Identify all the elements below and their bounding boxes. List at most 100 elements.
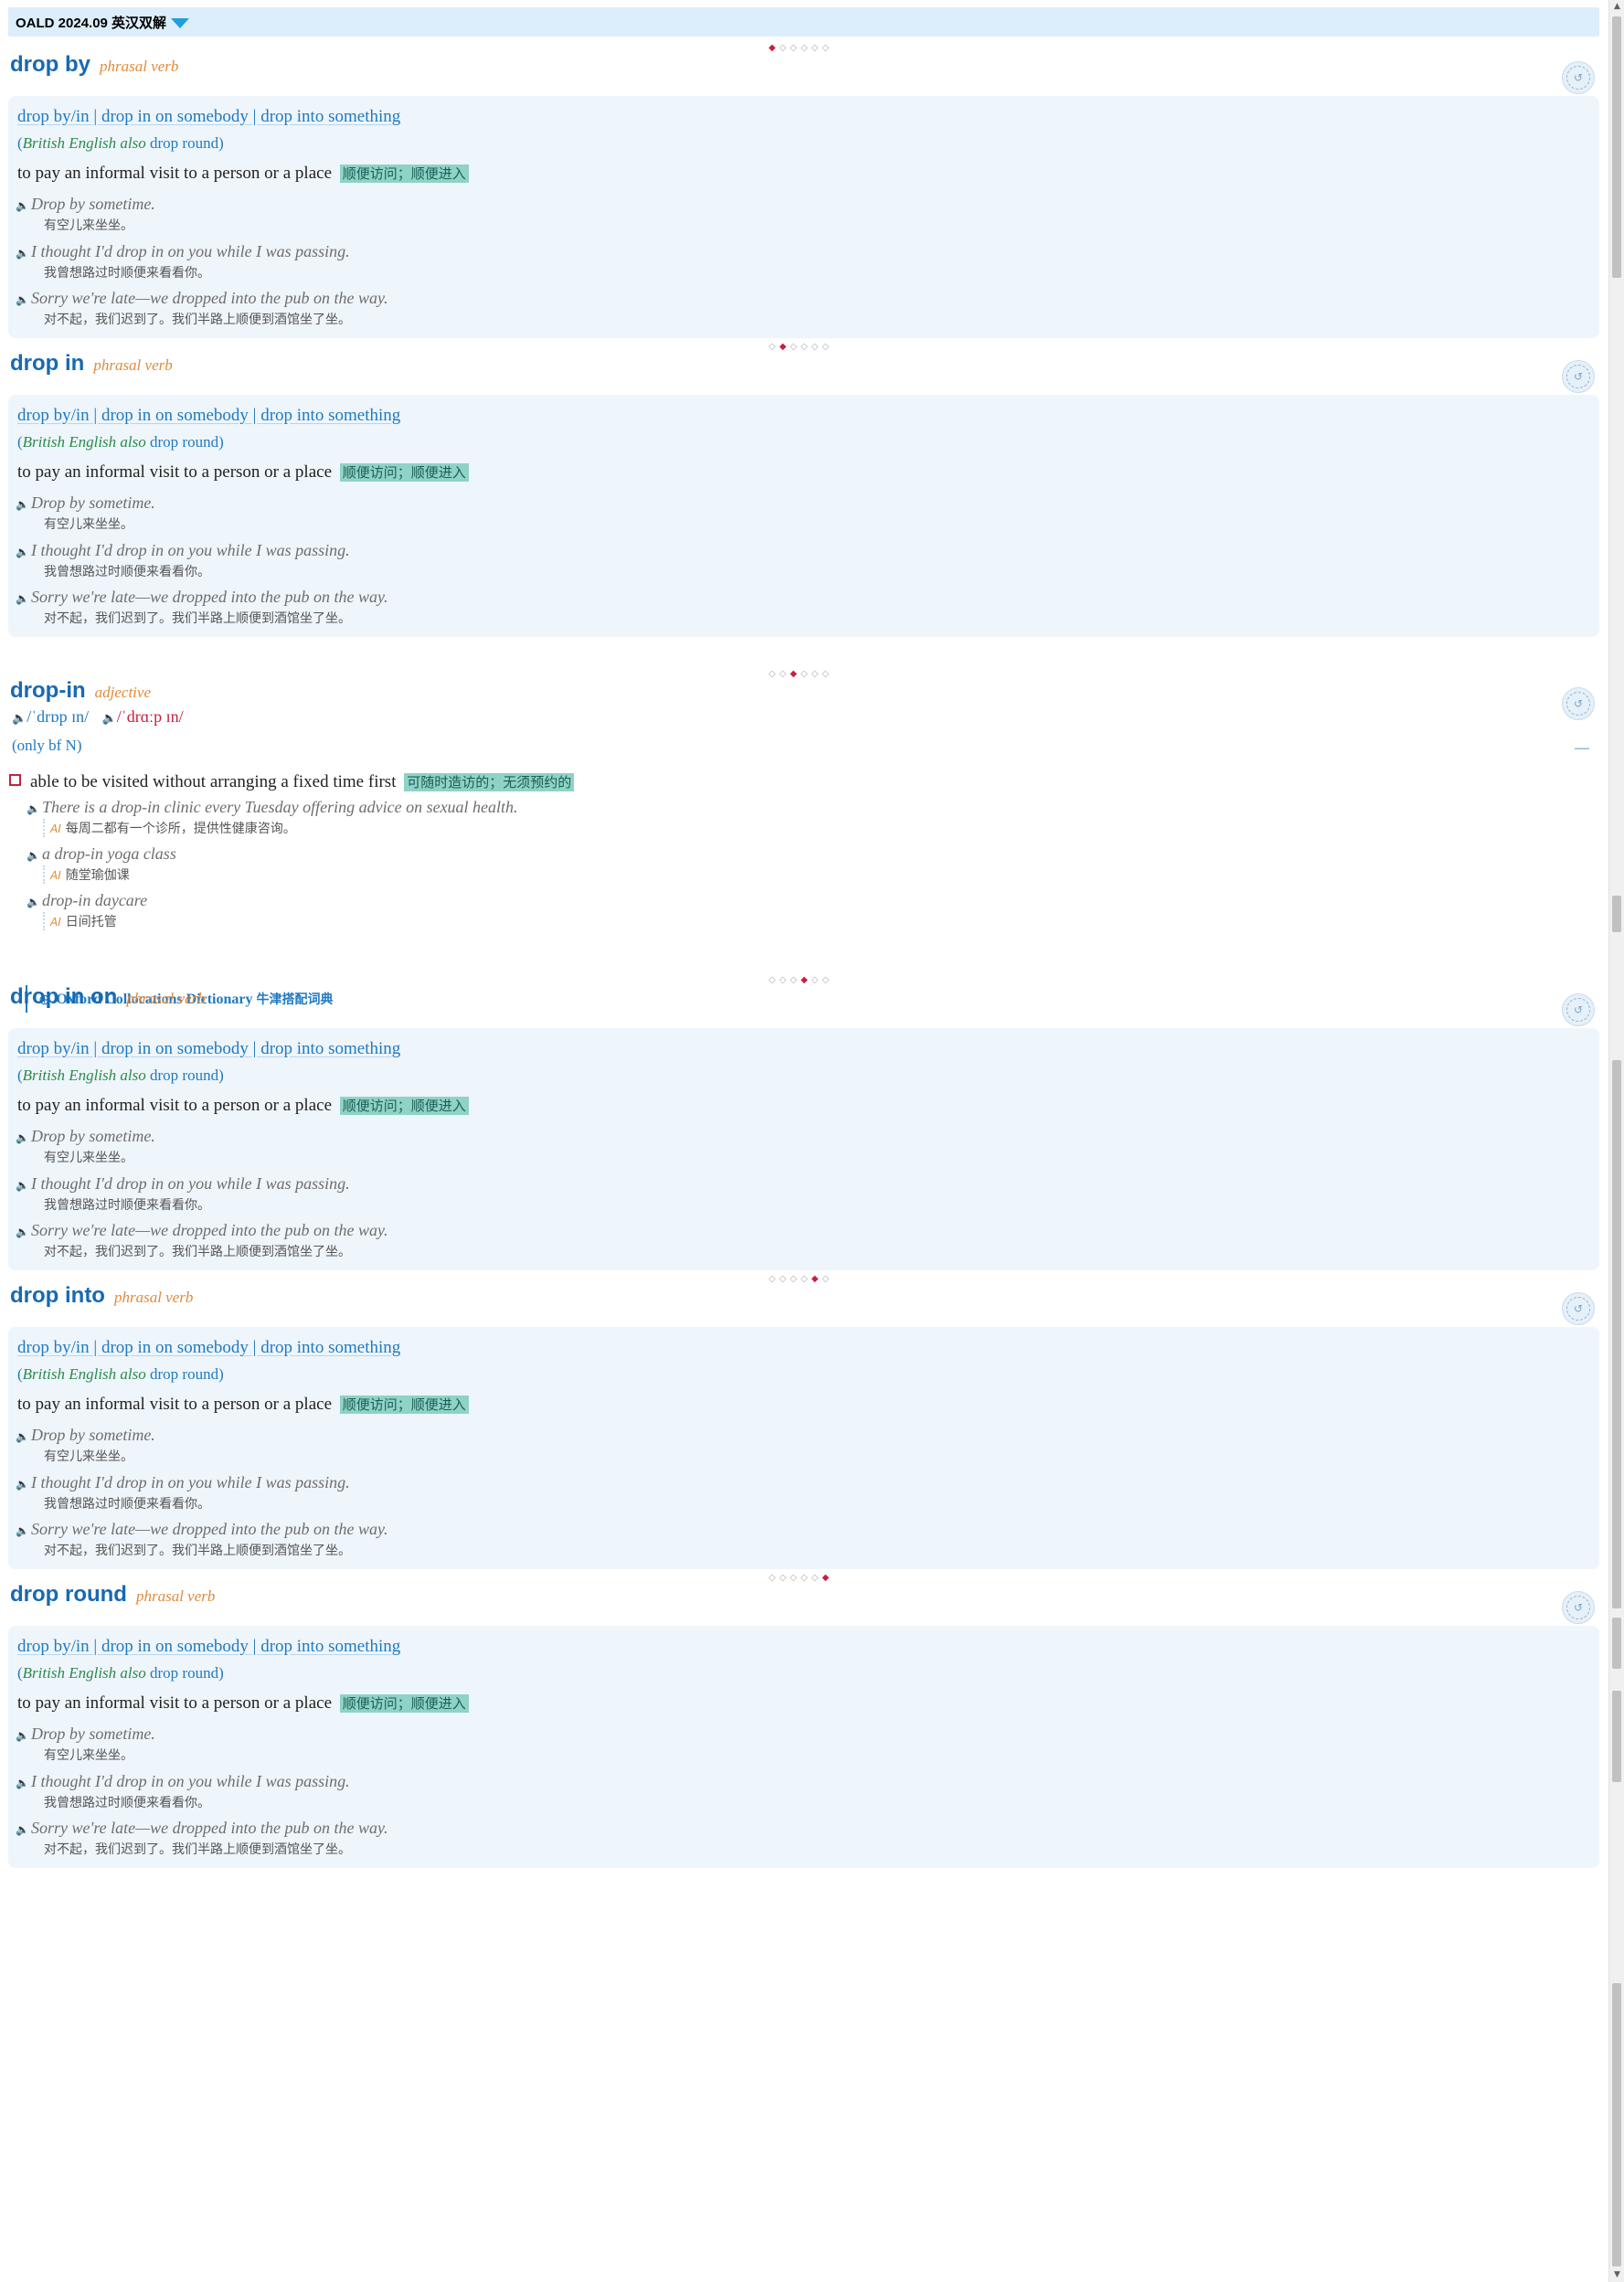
collapse-circle-icon[interactable]: ↺	[1562, 993, 1595, 1026]
variant-link[interactable]: drop round	[150, 1365, 218, 1383]
definition-translation: 顺便访问；顺便进入	[339, 1097, 469, 1115]
speaker-icon[interactable]: 🔈	[16, 247, 31, 260]
vertical-scrollbar[interactable]: ▲ ▼	[1608, 0, 1624, 2282]
part-of-speech: phrasal verb	[93, 356, 173, 374]
phrasal-verb-panel: drop by/in | drop in on somebody | drop …	[8, 1028, 1599, 1270]
variant-line: (British English also drop round)	[17, 134, 224, 152]
speaker-icon[interactable]: 🔈	[16, 199, 31, 212]
definition: to pay an informal visit to a person or …	[17, 1096, 469, 1116]
speaker-icon[interactable]: 🔈	[16, 1478, 31, 1491]
sense-square-icon	[9, 774, 21, 786]
example-sentence: 🔈 Sorry we're late—we dropped into the pu…	[16, 588, 388, 626]
entry-nav-diamonds[interactable]: ◇◇◇◆◇◇	[769, 975, 833, 986]
speaker-icon[interactable]: 🔈	[16, 1777, 31, 1789]
example-sentence: 🔈 Sorry we're late—we dropped into the pu…	[16, 1520, 388, 1558]
entry-nav-diamonds[interactable]: ◆◇◇◇◇◇	[769, 43, 833, 54]
example-sentence: 🔈 a drop-in yoga class AI 随堂瑜伽课	[27, 844, 176, 884]
example-sentence: 🔈 I thought I'd drop in on you while I wa…	[16, 1473, 350, 1512]
speaker-icon[interactable]: 🔈	[27, 849, 42, 862]
dictionary-header-bar: OALD 2024.09 英汉双解	[8, 7, 1599, 37]
definition: to pay an informal visit to a person or …	[17, 1693, 469, 1714]
headword: drop-in	[10, 678, 86, 703]
example-sentence: 🔈 Drop by sometime. 有空儿来坐坐。	[16, 195, 155, 233]
dictionary-page: OALD 2024.09 英汉双解 ◆◇◇◇◇◇ drop by phrasal…	[0, 0, 1608, 2282]
collapse-dash[interactable]: —	[1575, 740, 1589, 757]
scrollbar-thumb[interactable]	[1612, 16, 1621, 278]
collapse-circle-icon[interactable]: ↺	[1562, 360, 1595, 393]
part-of-speech: phrasal verb	[113, 1289, 194, 1306]
collapse-circle-icon[interactable]: ↺	[1562, 1591, 1595, 1624]
speaker-icon[interactable]: 🔈	[27, 896, 42, 908]
definition: to pay an informal visit to a person or …	[17, 1395, 469, 1415]
example-sentence: 🔈 I thought I'd drop in on you while I wa…	[16, 1174, 350, 1213]
definition: to pay an informal visit to a person or …	[17, 462, 469, 483]
headword: drop by	[10, 52, 90, 77]
headword-line: drop in phrasal verb	[10, 351, 173, 377]
definition-translation: 顺便访问；顺便进入	[339, 463, 469, 482]
example-sentence: 🔈 Drop by sometime. 有空儿来坐坐。	[16, 1127, 155, 1165]
definition-translation: 可随时造访的；无须预约的	[404, 773, 575, 791]
grammar-label: (only bf N)	[12, 737, 82, 754]
speaker-icon[interactable]: 🔈	[16, 1524, 31, 1537]
phrasal-verb-link[interactable]: drop by/in | drop in on somebody | drop …	[17, 107, 400, 127]
headword: drop into	[10, 1283, 105, 1308]
scroll-down-arrow-icon[interactable]: ▼	[1609, 2270, 1624, 2279]
phrasal-verb-link[interactable]: drop by/in | drop in on somebody | drop …	[17, 406, 400, 426]
scrollbar-marker	[1612, 1060, 1621, 1608]
sense-definition: able to be visited without arranging a f…	[9, 772, 575, 792]
scroll-up-arrow-icon[interactable]: ▲	[1609, 2, 1624, 11]
speaker-icon[interactable]: 🔈	[16, 1823, 31, 1836]
example-sentence: 🔈 Drop by sometime. 有空儿来坐坐。	[16, 1426, 155, 1464]
speaker-icon[interactable]: 🔈	[16, 546, 31, 558]
part-of-speech: adjective	[94, 684, 151, 701]
collapse-circle-icon[interactable]: ↺	[1562, 687, 1595, 720]
entry-nav-diamonds[interactable]: ◇◇◇◇◆◇	[769, 1274, 833, 1285]
dropdown-arrow-icon[interactable]	[171, 18, 190, 28]
speaker-icon[interactable]: 🔈	[16, 498, 31, 511]
variant-line: (British English also drop round)	[17, 1664, 224, 1682]
phrasal-verb-link[interactable]: drop by/in | drop in on somebody | drop …	[17, 1338, 400, 1358]
part-of-speech: phrasal verb	[135, 1587, 216, 1605]
speaker-icon[interactable]: 🔈	[27, 802, 42, 815]
collapse-circle-icon[interactable]: ↺	[1562, 61, 1595, 94]
pronunciation-british: /ˈdrɒp ɪn/	[27, 707, 90, 726]
phrasal-verb-panel: drop by/in | drop in on somebody | drop …	[8, 395, 1599, 637]
speaker-icon[interactable]: 🔈	[16, 1179, 31, 1192]
speaker-icon[interactable]: 🔈	[16, 1131, 31, 1144]
phrasal-verb-link[interactable]: drop by/in | drop in on somebody | drop …	[17, 1637, 400, 1657]
variant-link[interactable]: drop round	[150, 433, 218, 451]
example-sentence: 🔈 Sorry we're late—we dropped into the pu…	[16, 1221, 388, 1259]
speaker-icon[interactable]: 🔈	[16, 592, 31, 605]
variant-line: (British English also drop round)	[17, 433, 224, 451]
example-sentence: 🔈 Sorry we're late—we dropped into the pu…	[16, 289, 388, 327]
phrasal-verb-link[interactable]: drop by/in | drop in on somebody | drop …	[17, 1039, 400, 1059]
definition-translation: 顺便访问；顺便进入	[339, 1396, 469, 1414]
entry-nav-diamonds[interactable]: ◇◇◇◇◇◆	[769, 1573, 833, 1584]
headword-line: drop round phrasal verb	[10, 1582, 215, 1608]
entry-nav-diamonds[interactable]: ◇◇◆◇◇◇	[769, 669, 833, 680]
headword: drop round	[10, 1582, 127, 1607]
variant-line: (British English also drop round)	[17, 1365, 224, 1383]
headword-line: drop in on phrasal verb	[10, 984, 206, 1010]
speaker-icon[interactable]: 🔈	[12, 712, 27, 726]
headword-line: drop into phrasal verb	[10, 1283, 193, 1309]
speaker-icon[interactable]: 🔈	[16, 293, 31, 306]
collapse-circle-icon[interactable]: ↺	[1562, 1292, 1595, 1325]
speaker-icon[interactable]: 🔈	[102, 712, 117, 726]
variant-link[interactable]: drop round	[150, 134, 218, 152]
entry-nav-diamonds[interactable]: ◇◆◇◇◇◇	[769, 342, 833, 353]
example-sentence: 🔈 Drop by sometime. 有空儿来坐坐。	[16, 494, 155, 532]
variant-link[interactable]: drop round	[150, 1664, 218, 1682]
variant-link[interactable]: drop round	[150, 1067, 218, 1084]
speaker-icon[interactable]: 🔈	[16, 1226, 31, 1238]
speaker-icon[interactable]: 🔈	[16, 1729, 31, 1742]
phrasal-verb-panel: drop by/in | drop in on somebody | drop …	[8, 96, 1599, 338]
example-sentence: 🔈 I thought I'd drop in on you while I wa…	[16, 541, 350, 579]
pronunciation-line: 🔈/ˈdrɒp ɪn/ 🔈/ˈdrɑːp ɪn/	[12, 707, 184, 727]
part-of-speech: phrasal verb	[126, 990, 206, 1007]
phrasal-verb-panel: drop by/in | drop in on somebody | drop …	[8, 1626, 1599, 1868]
scrollbar-marker	[1612, 1618, 1621, 1669]
speaker-icon[interactable]: 🔈	[16, 1430, 31, 1443]
phrasal-verb-panel: drop by/in | drop in on somebody | drop …	[8, 1327, 1599, 1569]
scrollbar-marker	[1612, 1691, 1621, 1782]
